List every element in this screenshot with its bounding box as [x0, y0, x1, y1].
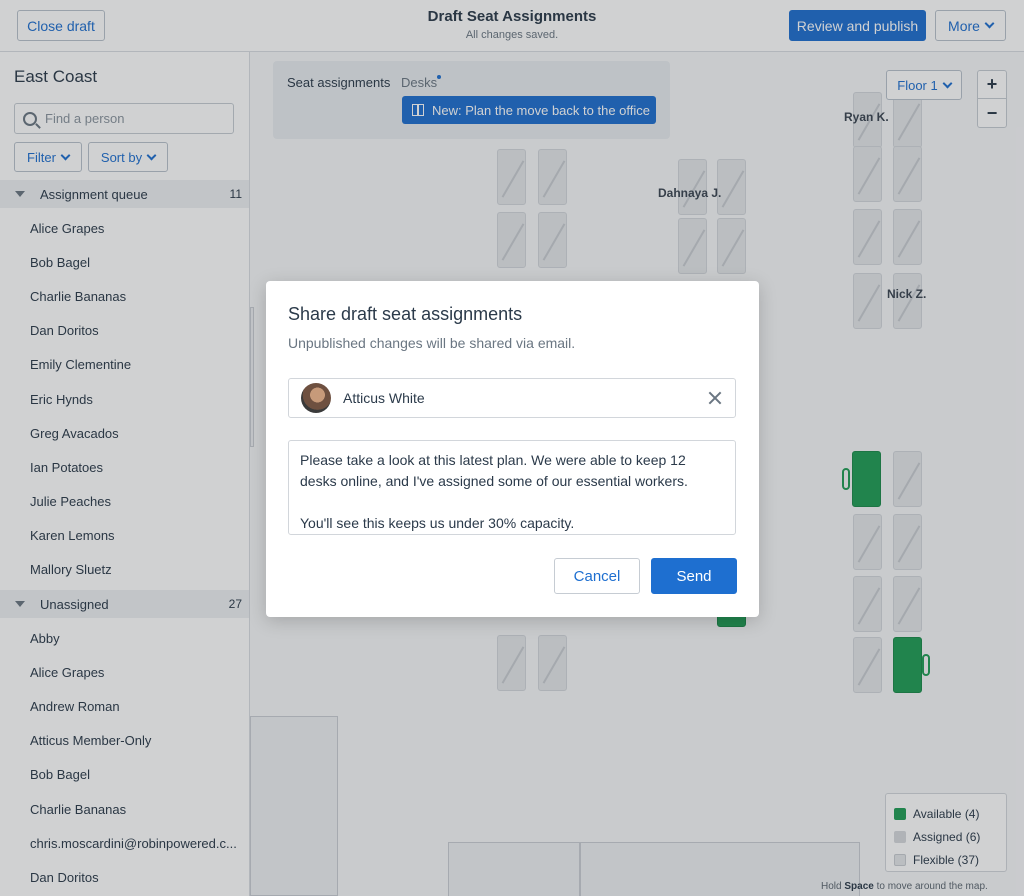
modal-title: Share draft seat assignments [288, 304, 523, 324]
modal-subtitle: Unpublished changes will be shared via e… [288, 335, 576, 351]
recipient-field[interactable]: Atticus White [288, 378, 736, 418]
send-button[interactable]: Send [651, 558, 737, 594]
message-textarea[interactable]: Please take a look at this latest plan. … [288, 440, 736, 535]
recipient-name: Atticus White [343, 390, 425, 406]
close-icon[interactable] [707, 390, 723, 406]
share-modal: Share draft seat assignments Unpublished… [266, 281, 759, 617]
avatar [301, 383, 331, 413]
cancel-button[interactable]: Cancel [554, 558, 640, 594]
